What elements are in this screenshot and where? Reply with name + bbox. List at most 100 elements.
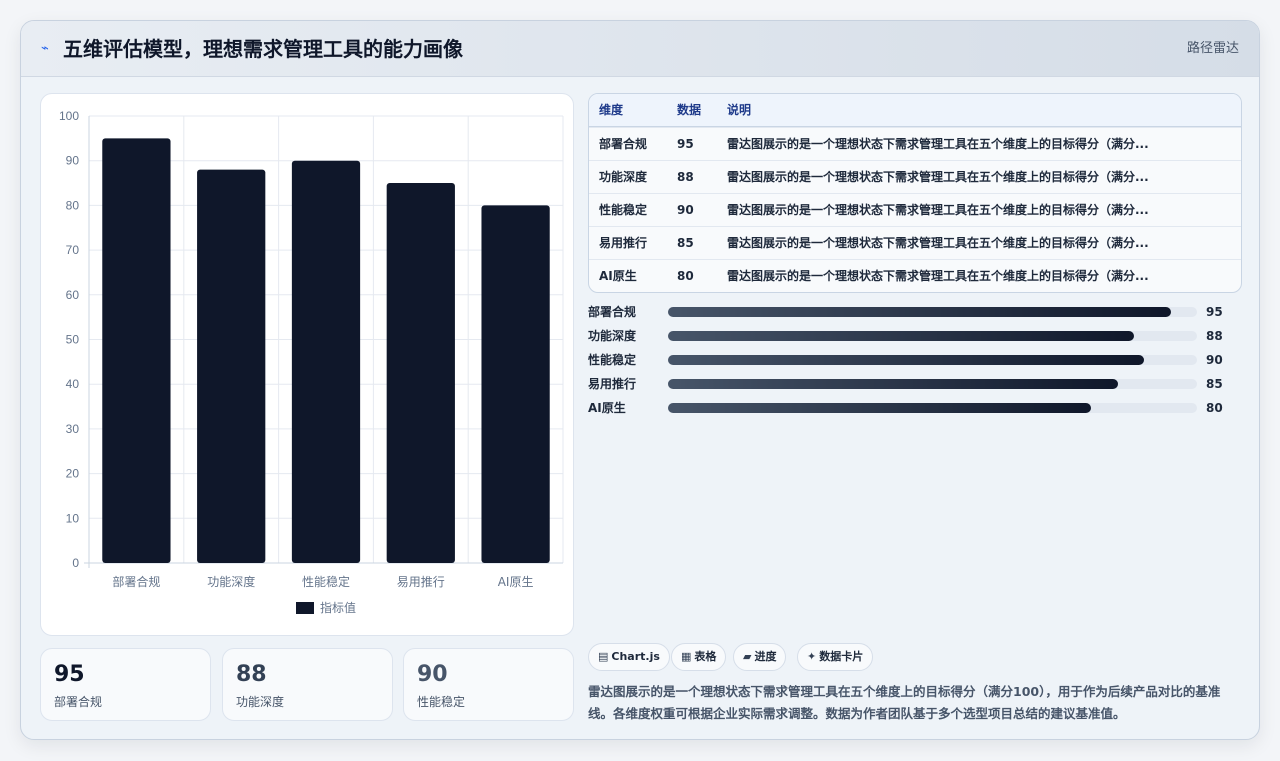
progress-row: 功能深度 88 <box>588 326 1242 346</box>
progress-fill <box>668 379 1118 389</box>
kpi-value: 90 <box>417 662 448 687</box>
progress-fill <box>668 355 1145 365</box>
progress-fill <box>668 403 1092 413</box>
kpi-card: 95 部署合规 <box>40 648 211 721</box>
progress-track <box>668 379 1197 389</box>
progress-label: AI原生 <box>588 401 626 415</box>
progress-track <box>668 355 1197 365</box>
y-tick-label: 0 <box>72 556 79 570</box>
x-tick-label: AI原生 <box>498 575 534 589</box>
table-icon: ▦ <box>681 650 692 663</box>
table-cell: 雷达图展示的是一个理想状态下需求管理工具在五个维度上的目标得分（满分... <box>727 137 1149 151</box>
kpi-card: 90 性能稳定 <box>403 648 574 721</box>
y-tick-label: 70 <box>66 243 80 257</box>
table-cell: 雷达图展示的是一个理想状态下需求管理工具在五个维度上的目标得分（满分... <box>727 269 1149 283</box>
progress-fill <box>668 331 1134 341</box>
y-tick-label: 30 <box>66 422 80 436</box>
data-table: 维度 数据 说明 部署合规 95 雷达图展示的是一个理想状态下需求管理工具在五个… <box>588 93 1242 293</box>
chip-table[interactable]: ▦ 表格 <box>671 643 727 671</box>
progress-label: 性能稳定 <box>588 353 637 367</box>
description-text: 雷达图展示的是一个理想状态下需求管理工具在五个维度上的目标得分（满分100），用… <box>588 684 1221 721</box>
progress-label: 部署合规 <box>588 305 637 319</box>
bar-chart: 0 10 20 30 40 50 60 70 80 90 100 部署合规 功能深度 性能稳定 易用推行 AI… <box>59 109 564 615</box>
kpi-card: 88 功能深度 <box>222 648 393 721</box>
bar <box>481 205 550 563</box>
progress-value: 80 <box>1206 401 1223 415</box>
chip-chartjs[interactable]: ▤ Chart.js <box>588 643 670 671</box>
table-cell: AI原生 <box>599 269 637 283</box>
x-tick-label: 易用推行 <box>397 575 445 589</box>
y-tick-label: 90 <box>66 154 80 168</box>
progress-icon: ▰ <box>743 650 752 663</box>
bar-chart-panel: 0 10 20 30 40 50 60 70 80 90 100 部署合规 功能深度 性能稳定 易用推行 AI… <box>40 93 574 636</box>
table-cell: 95 <box>677 137 694 151</box>
progress-track <box>668 331 1197 341</box>
table-cell: 雷达图展示的是一个理想状态下需求管理工具在五个维度上的目标得分（满分... <box>727 203 1149 217</box>
table-cell: 部署合规 <box>599 137 648 151</box>
y-tick-label: 60 <box>66 288 80 302</box>
x-tick-label: 部署合规 <box>112 574 160 589</box>
chip-label: 数据卡片 <box>819 650 864 663</box>
table-cell: 85 <box>677 236 694 250</box>
table-header-row: 维度 数据 说明 <box>589 94 1241 127</box>
table-row: 性能稳定 90 雷达图展示的是一个理想状态下需求管理工具在五个维度上的目标得分（… <box>589 193 1241 226</box>
bar <box>386 183 455 564</box>
progress-row: 部署合规 95 <box>588 302 1242 322</box>
kpi-label: 性能稳定 <box>417 695 466 709</box>
y-tick-label: 20 <box>66 467 80 481</box>
chip-data-card[interactable]: ✦ 数据卡片 <box>797 643 874 671</box>
progress-fill <box>668 307 1171 317</box>
kpi-value: 95 <box>54 662 85 687</box>
chart-icon: ▤ <box>598 650 609 663</box>
legend-label: 指标值 <box>320 600 356 615</box>
kpi-label: 功能深度 <box>236 695 285 709</box>
chip-label: 表格 <box>694 650 717 663</box>
y-tick-label: 40 <box>66 377 80 391</box>
table-row: 易用推行 85 雷达图展示的是一个理想状态下需求管理工具在五个维度上的目标得分（… <box>589 226 1241 259</box>
x-tick-label: 性能稳定 <box>302 574 350 589</box>
progress-track <box>668 403 1197 413</box>
kpi-label: 部署合规 <box>54 695 103 709</box>
progress-row: 易用推行 85 <box>588 374 1242 394</box>
table-cell: 80 <box>677 269 694 283</box>
table-cell: 90 <box>677 203 694 217</box>
bar <box>197 169 266 563</box>
table-row: AI原生 80 雷达图展示的是一个理想状态下需求管理工具在五个维度上的目标得分（… <box>589 259 1241 292</box>
card-header: ⌁ 五维评估模型，理想需求管理工具的能力画像 路径雷达 <box>21 21 1259 77</box>
progress-value: 95 <box>1206 305 1223 319</box>
table-row: 功能深度 88 雷达图展示的是一个理想状态下需求管理工具在五个维度上的目标得分（… <box>589 160 1241 193</box>
header-tag: 路径雷达 <box>1186 41 1239 56</box>
chip-label: Chart.js <box>611 650 660 663</box>
y-tick-label: 50 <box>66 333 80 347</box>
progress-row: AI原生 80 <box>588 398 1242 418</box>
chip-progress[interactable]: ▰ 进度 <box>733 643 787 671</box>
legend-swatch <box>296 602 314 614</box>
progress-value: 85 <box>1206 377 1223 391</box>
table-cell: 雷达图展示的是一个理想状态下需求管理工具在五个维度上的目标得分（满分... <box>727 236 1149 250</box>
table-cell: 易用推行 <box>599 236 648 250</box>
table-header-cell: 说明 <box>727 103 752 117</box>
progress-track <box>668 307 1197 317</box>
page-title: 五维评估模型，理想需求管理工具的能力画像 <box>63 37 463 61</box>
progress-label: 功能深度 <box>588 329 637 343</box>
chip-label: 进度 <box>754 650 777 663</box>
y-tick-label: 100 <box>59 109 79 123</box>
progress-value: 90 <box>1206 353 1223 367</box>
table-row: 部署合规 95 雷达图展示的是一个理想状态下需求管理工具在五个维度上的目标得分（… <box>589 127 1241 160</box>
bar <box>102 138 171 563</box>
y-tick-label: 80 <box>66 198 80 212</box>
table-cell: 雷达图展示的是一个理想状态下需求管理工具在五个维度上的目标得分（满分... <box>727 170 1149 184</box>
table-cell: 性能稳定 <box>599 203 648 217</box>
pulse-icon: ⌁ <box>41 41 49 56</box>
progress-row: 性能稳定 90 <box>588 350 1242 370</box>
table-cell: 功能深度 <box>599 170 648 184</box>
y-tick-label: 10 <box>66 511 80 525</box>
table-header-cell: 维度 <box>599 103 624 117</box>
main-card: ⌁ 五维评估模型，理想需求管理工具的能力画像 路径雷达 0 10 20 30 40 50 6… <box>20 20 1260 740</box>
progress-value: 88 <box>1206 329 1223 343</box>
progress-label: 易用推行 <box>588 377 637 391</box>
table-cell: 88 <box>677 170 694 184</box>
kpi-value: 88 <box>236 662 267 687</box>
x-tick-label: 功能深度 <box>207 574 255 589</box>
card-icon: ✦ <box>807 650 817 663</box>
